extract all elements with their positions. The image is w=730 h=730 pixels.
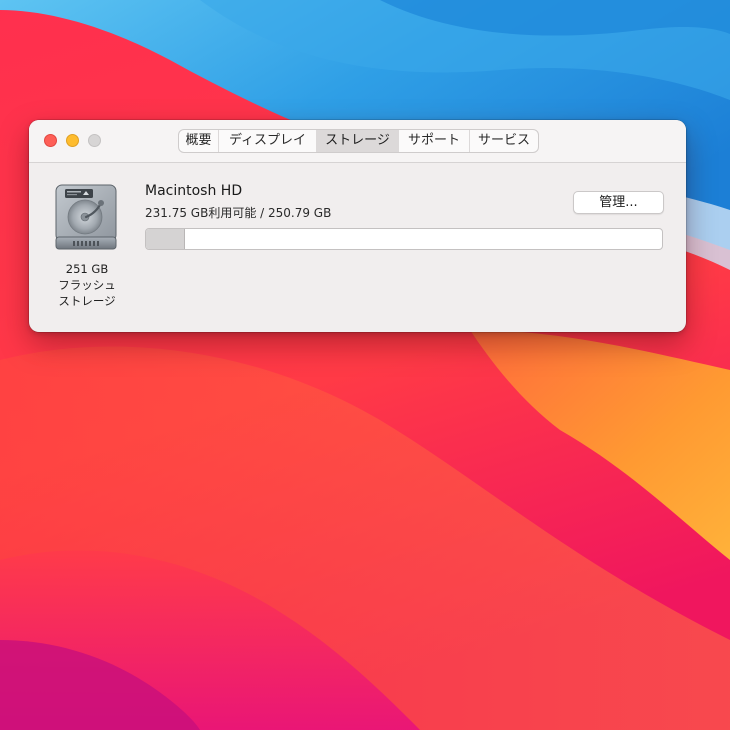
storage-panel: 251 GB フラッシュ ストレージ Macintosh HD 231.75 G… [29,163,686,332]
minimize-window-button[interactable] [66,134,79,147]
volume-space-text: 231.75 GB利用可能 / 250.79 GB [145,206,332,220]
storage-usage-bar[interactable] [145,228,663,250]
volume-name: Macintosh HD [145,183,243,199]
drive-capacity: 251 GB [65,262,109,276]
tab-displays[interactable]: ディスプレイ [219,130,317,152]
tab-bar: 概要 ディスプレイ ストレージ サポート サービス [178,129,539,153]
zoom-window-button[interactable] [88,134,101,147]
close-window-button[interactable] [44,134,57,147]
about-this-mac-window: 概要 ディスプレイ ストレージ サポート サービス 251 GB フラッシュ ス… [29,120,686,332]
desktop: 概要 ディスプレイ ストレージ サポート サービス 251 GB フラッシュ ス… [0,0,730,730]
tab-storage[interactable]: ストレージ [317,130,399,152]
manage-button[interactable]: 管理... [573,191,664,214]
tab-overview[interactable]: 概要 [179,130,219,152]
tab-service[interactable]: サービス [470,130,538,152]
drive-type-line-2: ストレージ [58,294,116,308]
drive-type-line-1: フラッシュ [58,278,116,292]
tab-support[interactable]: サポート [399,130,470,152]
wallpaper [0,0,730,730]
title-bar: 概要 ディスプレイ ストレージ サポート サービス [29,120,686,163]
drive-caption: 251 GB フラッシュ ストレージ [43,261,131,309]
internal-drive-icon [55,184,117,250]
storage-used-segment[interactable] [146,229,186,249]
